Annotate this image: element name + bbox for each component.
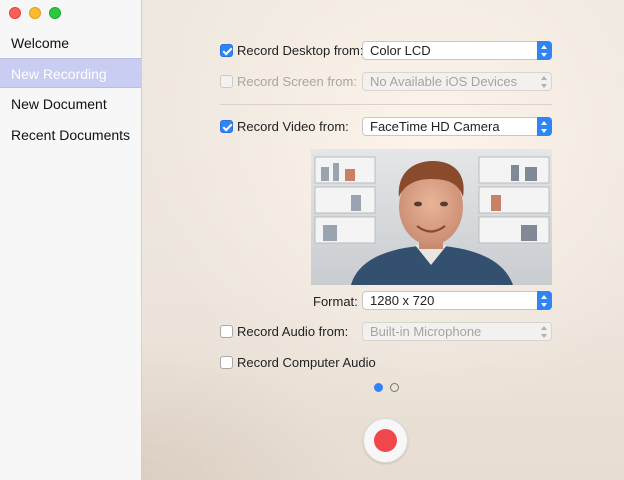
- record-computer-audio-checkbox[interactable]: [220, 356, 233, 369]
- minimize-window-button[interactable]: [29, 7, 41, 19]
- record-audio-checkbox[interactable]: [220, 325, 233, 338]
- app-window: Welcome New Recording New Document Recen…: [0, 0, 624, 480]
- sidebar: Welcome New Recording New Document Recen…: [0, 0, 142, 480]
- popup-arrows-icon: [537, 72, 552, 91]
- record-video-checkbox[interactable]: [220, 120, 233, 133]
- popup-arrows-icon: [537, 322, 552, 341]
- sidebar-item-welcome[interactable]: Welcome: [0, 28, 141, 58]
- popup-arrows-icon: [537, 291, 552, 310]
- recording-panel: Record Desktop from: Color LCD Record Sc…: [142, 0, 624, 480]
- sidebar-item-new-recording[interactable]: New Recording: [0, 58, 141, 88]
- record-computer-audio-label: Record Computer Audio: [237, 355, 376, 370]
- screen-source-value: No Available iOS Devices: [370, 74, 518, 89]
- video-source-select[interactable]: FaceTime HD Camera: [362, 117, 552, 136]
- sidebar-item-recent-documents[interactable]: Recent Documents: [0, 120, 141, 150]
- sidebar-item-new-document[interactable]: New Document: [0, 89, 141, 119]
- video-source-value: FaceTime HD Camera: [370, 119, 500, 134]
- audio-source-value: Built-in Microphone: [370, 324, 482, 339]
- camera-preview: [311, 149, 552, 285]
- record-desktop-label: Record Desktop from:: [237, 43, 364, 58]
- page-indicator-1[interactable]: [374, 383, 383, 392]
- record-screen-row: Record Screen from:: [220, 72, 360, 92]
- format-select[interactable]: 1280 x 720: [362, 291, 552, 310]
- page-indicator-2[interactable]: [390, 383, 399, 392]
- close-window-button[interactable]: [9, 7, 21, 19]
- screen-source-select[interactable]: No Available iOS Devices: [362, 72, 552, 91]
- camera-preview-image: [311, 149, 552, 285]
- record-desktop-row: Record Desktop from:: [220, 41, 364, 61]
- record-icon: [374, 429, 397, 452]
- record-video-label: Record Video from:: [237, 119, 349, 134]
- record-computer-audio-row: Record Computer Audio: [220, 353, 420, 373]
- desktop-source-select[interactable]: Color LCD: [362, 41, 552, 60]
- format-label: Format:: [313, 294, 358, 309]
- record-audio-row: Record Audio from:: [220, 322, 360, 342]
- section-divider: [220, 104, 552, 105]
- record-desktop-checkbox[interactable]: [220, 44, 233, 57]
- zoom-window-button[interactable]: [49, 7, 61, 19]
- record-screen-label: Record Screen from:: [237, 74, 357, 89]
- desktop-source-value: Color LCD: [370, 43, 431, 58]
- format-value: 1280 x 720: [370, 293, 435, 308]
- record-video-row: Record Video from:: [220, 117, 360, 137]
- record-screen-checkbox[interactable]: [220, 75, 233, 88]
- popup-arrows-icon: [537, 41, 552, 60]
- audio-source-select[interactable]: Built-in Microphone: [362, 322, 552, 341]
- record-button[interactable]: [363, 418, 408, 463]
- record-audio-label: Record Audio from:: [237, 324, 349, 339]
- popup-arrows-icon: [537, 117, 552, 136]
